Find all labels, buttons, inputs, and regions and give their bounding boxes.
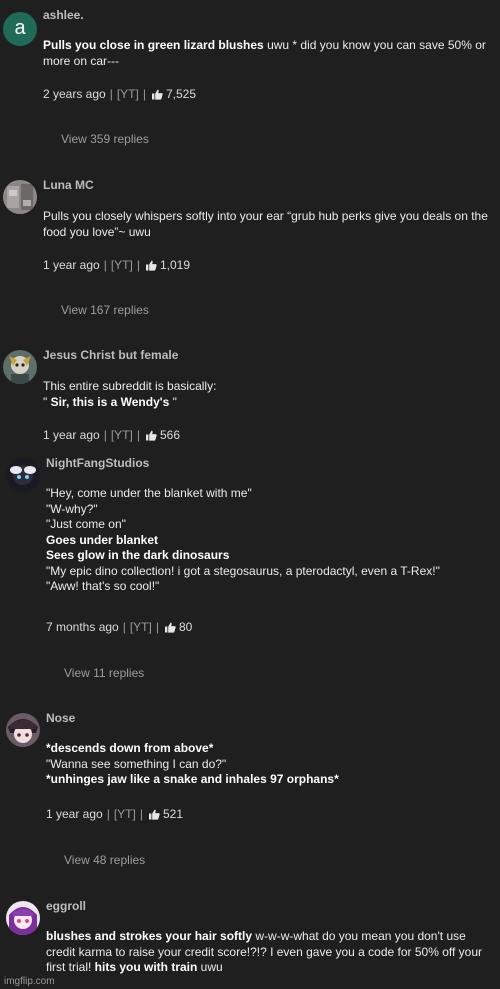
comment-line: "My epic dino collection! i got a stegos… xyxy=(46,563,440,578)
source-tag: [YT] xyxy=(129,620,152,634)
thumbs-up-icon[interactable] xyxy=(164,622,176,633)
like-count: 7,525 xyxy=(165,87,197,101)
comment-line: "Just come on" xyxy=(46,517,126,531)
comment-meta: 2 years ago | [YT] | 7,525 xyxy=(43,87,196,101)
divider: | xyxy=(155,620,159,634)
comment-meta: 1 year ago | [YT] | 521 xyxy=(46,807,183,821)
comment-action: Sees glow in the dark dinosaurs xyxy=(46,548,230,562)
timestamp: 1 year ago xyxy=(46,807,103,821)
quote-close: " xyxy=(169,394,177,409)
view-replies-link[interactable]: View 167 replies xyxy=(61,303,149,317)
timestamp: 1 year ago xyxy=(43,428,100,442)
divider: | xyxy=(136,428,140,442)
comment-action: *descends down from above* xyxy=(46,741,214,755)
username[interactable]: ashlee. xyxy=(43,8,84,22)
username[interactable]: Nose xyxy=(46,711,75,725)
comment-action: blushes and strokes your hair softly xyxy=(46,929,253,943)
thumbs-up-icon[interactable] xyxy=(148,809,160,820)
comment-line: "Wanna see something I can do?" xyxy=(46,756,227,771)
avatar[interactable] xyxy=(6,901,40,935)
like-count: 1,019 xyxy=(159,258,191,272)
username[interactable]: Luna MC xyxy=(43,178,94,192)
comment-body: *descends down from above* "Wanna see so… xyxy=(46,741,490,788)
like-count: 521 xyxy=(162,807,184,821)
watermark: imgflip.com xyxy=(4,976,55,987)
like-count: 566 xyxy=(159,428,181,442)
divider: | xyxy=(122,620,126,634)
comment-body: blushes and strokes your hair softly w-w… xyxy=(46,929,490,976)
comment-line: "Hey, come under the blanket with me" xyxy=(46,486,252,500)
thumbs-up-icon[interactable] xyxy=(145,430,157,441)
timestamp: 2 years ago xyxy=(43,87,106,101)
divider: | xyxy=(136,258,140,272)
comment-action: *unhinges jaw like a snake and inhales 9… xyxy=(46,772,339,786)
source-tag: [YT] xyxy=(110,428,133,442)
divider: | xyxy=(109,87,113,101)
source-tag: [YT] xyxy=(113,807,136,821)
divider: | xyxy=(142,87,146,101)
quote-open: " xyxy=(43,394,51,409)
divider: | xyxy=(103,428,107,442)
source-tag: [YT] xyxy=(116,87,139,101)
comment-text: Pulls you closely whispers softly into y… xyxy=(43,209,488,239)
divider: | xyxy=(106,807,110,821)
divider: | xyxy=(103,258,107,272)
avatar[interactable] xyxy=(3,180,37,214)
username[interactable]: NightFangStudios xyxy=(46,456,149,470)
thumbs-up-icon[interactable] xyxy=(151,89,163,100)
source-tag: [YT] xyxy=(110,258,133,272)
view-replies-link[interactable]: View 11 replies xyxy=(64,666,144,680)
comment-line: "Aww! that's so cool!" xyxy=(46,579,160,593)
view-replies-link[interactable]: View 48 replies xyxy=(64,853,145,867)
comment-body: Pulls you close in green lizard blushes … xyxy=(43,38,490,69)
comment-body: "Hey, come under the blanket with me" "W… xyxy=(46,486,496,595)
comment-action: Pulls you close in green lizard blushes xyxy=(43,38,264,52)
comment-action: hits you with train xyxy=(94,960,198,974)
comment-meta: 1 year ago | [YT] | 1,019 xyxy=(43,258,190,272)
comment-text: This entire subreddit is basically: xyxy=(43,379,217,393)
comment-action: Sir, this is a Wendy's xyxy=(50,394,170,409)
timestamp: 7 months ago xyxy=(46,620,119,634)
like-count: 80 xyxy=(178,620,193,634)
comment-body: Pulls you closely whispers softly into y… xyxy=(43,209,490,240)
comment-action: Goes under blanket xyxy=(46,532,159,547)
avatar[interactable] xyxy=(6,458,40,492)
timestamp: 1 year ago xyxy=(43,258,100,272)
comment-text: uwu xyxy=(197,960,223,974)
avatar[interactable] xyxy=(3,350,37,384)
thumbs-up-icon[interactable] xyxy=(145,260,157,271)
comment-meta: 7 months ago | [YT] | 80 xyxy=(46,620,192,634)
avatar[interactable] xyxy=(6,713,40,747)
username[interactable]: eggroll xyxy=(46,899,86,913)
comment-line: "W-why?" xyxy=(46,501,98,516)
comment-quote: " Sir, this is a Wendy's " xyxy=(43,395,490,411)
view-replies-link[interactable]: View 359 replies xyxy=(61,132,149,146)
comment-meta: 1 year ago | [YT] | 566 xyxy=(43,428,180,442)
avatar[interactable]: a xyxy=(3,12,37,46)
username[interactable]: Jesus Christ but female xyxy=(43,348,178,362)
comment-body: This entire subreddit is basically: " Si… xyxy=(43,379,490,410)
divider: | xyxy=(139,807,143,821)
